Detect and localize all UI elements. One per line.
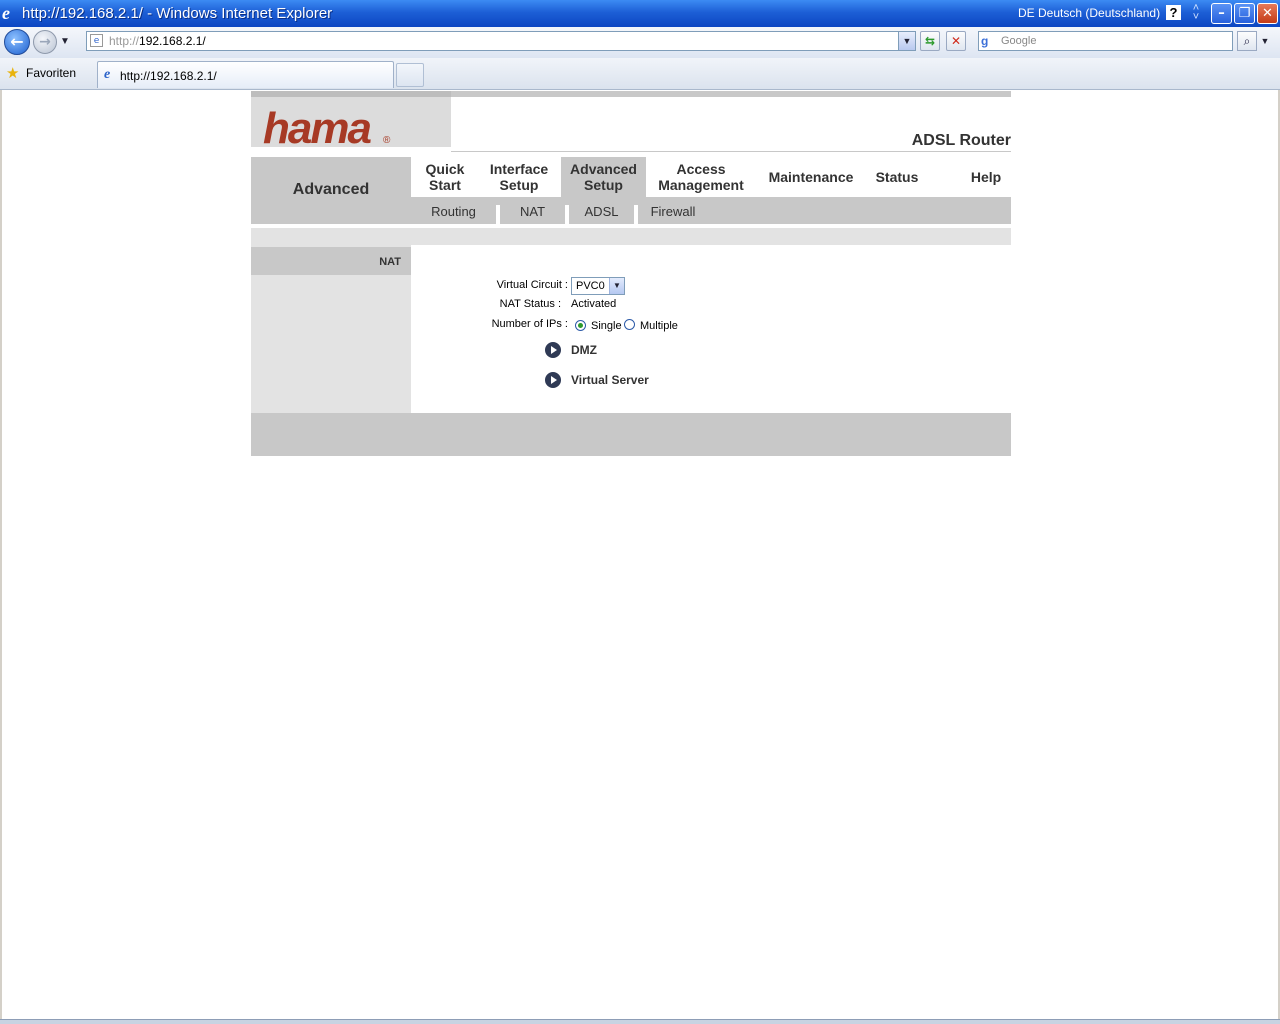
product-name: ADSL Router (911, 132, 1011, 149)
window-titlebar: e http://192.168.2.1/ - Windows Internet… (0, 0, 1280, 27)
nav-interface-setup[interactable]: Interface Setup (479, 157, 559, 197)
address-bar[interactable]: e http://192.168.2.1/ ▼ (86, 31, 916, 51)
nat-form: Virtual Circuit : PVC0 ▼ NAT Status : Ac… (411, 245, 1011, 413)
radio-multiple-label[interactable]: Multiple (640, 320, 678, 332)
favorites-star-icon[interactable]: ★ (6, 64, 19, 82)
history-dropdown-icon[interactable]: ▼ (60, 36, 70, 47)
dmz-arrow-icon[interactable] (545, 342, 561, 358)
virtual-server-arrow-icon[interactable] (545, 372, 561, 388)
hama-logo: hama (263, 104, 372, 153)
favorites-bar: ★ Favoriten e http://192.168.2.1/ (0, 58, 1280, 90)
favorites-button[interactable]: Favoriten (26, 66, 76, 80)
radio-single-label[interactable]: Single (591, 320, 622, 332)
dmz-link[interactable]: DMZ (571, 343, 597, 357)
side-column: NAT (251, 245, 411, 413)
subnav-nat[interactable]: NAT (500, 197, 565, 224)
stop-button[interactable]: ✕ (946, 31, 966, 51)
sub-navigation: Routing NAT ADSL Firewall (411, 197, 1011, 224)
titlebar-options-icon[interactable]: ˄ ˅ (1190, 3, 1202, 23)
nav-access-management[interactable]: Access Management (651, 157, 751, 197)
status-bar (0, 1019, 1280, 1024)
close-window-button[interactable]: ✕ (1257, 3, 1278, 24)
nav-maintenance[interactable]: Maintenance (761, 157, 861, 197)
google-icon: g (981, 34, 989, 48)
browser-tab-active[interactable]: e http://192.168.2.1/ (97, 61, 394, 88)
search-box[interactable]: g Google (978, 31, 1233, 51)
main-navigation: Quick Start Interface Setup Advanced Setup … (411, 157, 1011, 197)
search-placeholder: Google (1001, 35, 1037, 47)
nat-status-label: NAT Status : (499, 298, 561, 310)
registered-mark: ® (383, 135, 391, 146)
content-header-bar (251, 228, 1011, 245)
page-icon: e (90, 34, 103, 47)
subnav-firewall[interactable]: Firewall (638, 197, 708, 224)
radio-single[interactable] (575, 320, 586, 331)
header-divider (451, 151, 1011, 152)
nat-status-value: Activated (571, 298, 617, 310)
nav-status[interactable]: Status (866, 157, 928, 197)
restore-button[interactable]: ❐ (1234, 3, 1255, 24)
header-strip (451, 91, 1011, 97)
number-of-ips-label: Number of IPs : (491, 318, 568, 330)
nav-advanced-setup[interactable]: Advanced Setup (561, 157, 646, 197)
side-label: NAT (379, 256, 401, 268)
virtual-circuit-label: Virtual Circuit : (496, 279, 568, 291)
tab-page-icon: e (104, 67, 111, 82)
viewport-left-border (0, 90, 2, 1024)
radio-multiple[interactable] (624, 319, 635, 330)
virtual-circuit-value: PVC0 (576, 280, 605, 292)
address-dropdown-icon[interactable]: ▼ (898, 32, 915, 50)
chevron-down-icon[interactable]: ▼ (609, 278, 624, 294)
refresh-button[interactable]: ⇆ (920, 31, 940, 51)
side-label-box: NAT (251, 247, 411, 275)
forward-button[interactable]: → (33, 30, 57, 54)
address-url[interactable]: http://192.168.2.1/ (109, 34, 206, 48)
section-title: Advanced (292, 181, 370, 198)
nav-help[interactable]: Help (961, 157, 1011, 197)
subnav-adsl[interactable]: ADSL (569, 197, 634, 224)
help-icon[interactable]: ? (1166, 5, 1181, 20)
search-options-dropdown-icon[interactable]: ▼ (1259, 31, 1271, 51)
search-icon[interactable]: ⌕ (1237, 31, 1257, 51)
virtual-circuit-select[interactable]: PVC0 ▼ (571, 277, 625, 295)
subnav-routing[interactable]: Routing (411, 197, 496, 224)
back-button[interactable]: ← (4, 29, 30, 55)
ie-logo-icon: e (2, 3, 10, 23)
new-tab-button[interactable] (396, 63, 424, 87)
logo-area: hama ® (251, 91, 451, 151)
window-title: http://192.168.2.1/ - Windows Internet E… (22, 5, 333, 22)
navigation-bar: ← → ▼ e http://192.168.2.1/ ▼ ⇆ ✕ g Goog… (0, 27, 1280, 58)
minimize-button[interactable]: – (1211, 3, 1232, 24)
language-indicator[interactable]: DE Deutsch (Deutschland) (1018, 6, 1160, 20)
footer-bar (251, 413, 1011, 456)
virtual-server-link[interactable]: Virtual Server (571, 373, 649, 387)
nav-quick-start[interactable]: Quick Start (411, 157, 479, 197)
tab-title: http://192.168.2.1/ (120, 69, 217, 83)
router-page: hama ® ADSL Router Advanced Quick Start I… (251, 91, 1011, 456)
